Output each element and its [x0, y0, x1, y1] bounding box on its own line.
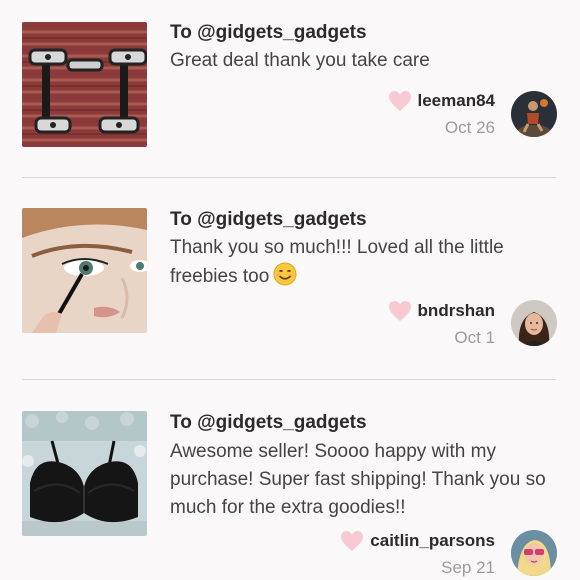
note-date: Oct 1: [454, 328, 495, 347]
user-avatar-image: [511, 300, 557, 346]
username-link[interactable]: caitlin_parsons: [370, 531, 495, 551]
divider: [22, 379, 556, 380]
note-message-text: Thank you so much!!! Loved all the littl…: [170, 237, 504, 287]
avatar[interactable]: [511, 300, 557, 346]
note-message: Thank you so much!!! Loved all the littl…: [170, 234, 560, 291]
note-message: Awesome seller! Soooo happy with my purc…: [170, 441, 546, 518]
user-avatar-image: [511, 530, 557, 576]
avatar[interactable]: [511, 91, 557, 137]
note-meta: leeman84 Oct 26: [388, 90, 496, 138]
username-link[interactable]: leeman84: [418, 91, 496, 111]
user-avatar-image: [511, 91, 557, 137]
eyeliner-closeup-image: [22, 208, 147, 333]
listing-thumbnail[interactable]: [22, 208, 147, 333]
username-link[interactable]: bndrshan: [418, 301, 495, 321]
note-date: Sep 21: [441, 558, 495, 577]
handles-on-rug-image: [22, 22, 147, 147]
heart-icon[interactable]: [388, 300, 412, 322]
note-meta: caitlin_parsons Sep 21: [340, 530, 495, 578]
note-date: Oct 26: [444, 118, 495, 137]
recipient-label: To @gidgets_gadgets: [170, 22, 367, 43]
note-meta: bndrshan Oct 1: [388, 300, 495, 348]
recipient-label: To @gidgets_gadgets: [170, 209, 367, 230]
smiling-face-emoji: [273, 262, 297, 286]
heart-icon[interactable]: [388, 90, 412, 112]
divider: [22, 177, 556, 178]
note-message: Great deal thank you take care: [170, 50, 430, 71]
listing-thumbnail[interactable]: [22, 22, 147, 147]
black-bra-image: [22, 411, 147, 536]
recipient-label: To @gidgets_gadgets: [170, 412, 367, 433]
heart-icon[interactable]: [340, 530, 364, 552]
avatar[interactable]: [511, 530, 557, 576]
listing-thumbnail[interactable]: [22, 411, 147, 536]
love-notes-feed: To @gidgets_gadgets Great deal thank you…: [0, 0, 580, 580]
